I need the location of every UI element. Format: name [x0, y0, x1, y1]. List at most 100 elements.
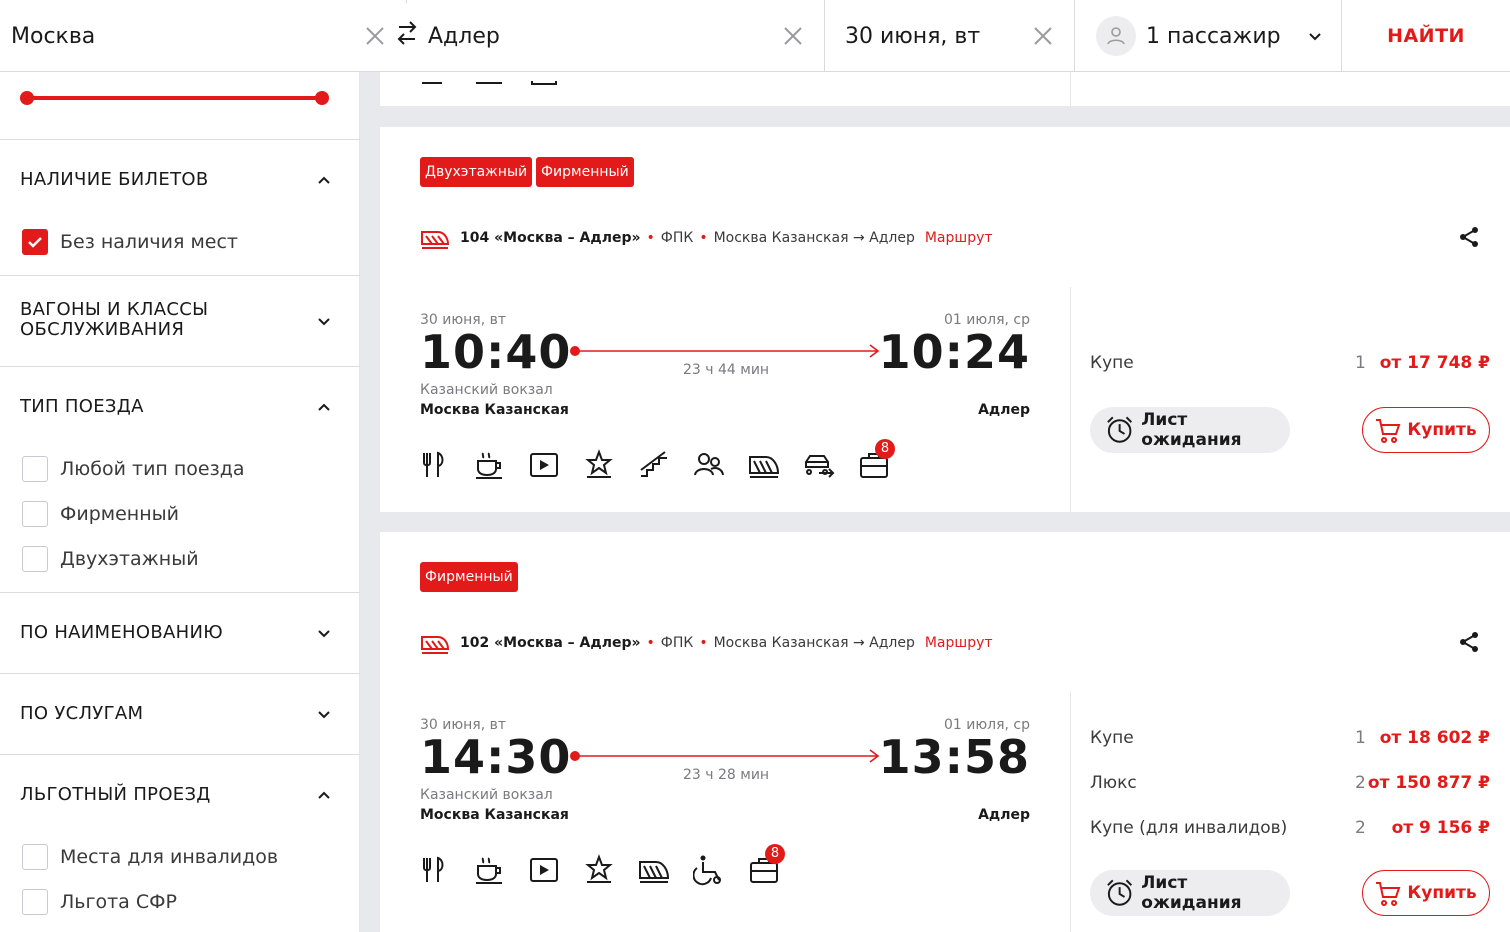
to-value: Адлер: [428, 23, 500, 49]
swap-icon[interactable]: [395, 18, 419, 48]
duration: 23 ч 44 мин: [683, 362, 770, 378]
class-seats: 1: [1355, 353, 1366, 373]
train-name[interactable]: 102 «Москва – Адлер»: [460, 635, 641, 651]
class-seats: 2: [1355, 773, 1366, 793]
train-card-partial: [380, 72, 1510, 106]
to-field[interactable]: Адлер: [428, 0, 768, 72]
buy-button[interactable]: Купить: [1362, 407, 1490, 453]
buy-label: Купить: [1407, 883, 1477, 903]
chevron-down-icon[interactable]: [314, 311, 334, 331]
cart-icon: [1376, 419, 1401, 443]
share-icon[interactable]: [1458, 226, 1480, 248]
route-text: Москва Казанская → Адлер: [713, 230, 915, 246]
chevron-up-icon[interactable]: [314, 785, 334, 805]
buy-button[interactable]: Купить: [1362, 870, 1490, 916]
train-icon: [421, 231, 450, 249]
price-slider-max-handle[interactable]: [315, 91, 329, 105]
service-icons-partial: [420, 72, 560, 85]
price-slider-track[interactable]: [27, 96, 322, 100]
departure-time: 10:40: [420, 325, 572, 379]
arrival-time: 13:58: [878, 730, 1030, 784]
clear-date-icon[interactable]: [1027, 20, 1059, 52]
class-price[interactable]: от 9 156 ₽: [1392, 818, 1490, 838]
arrival-station: Адлер: [978, 807, 1030, 823]
waitlist-label: Лист ожидания: [1141, 873, 1242, 913]
luggage-icon: 8: [858, 439, 895, 481]
class-seats: 2: [1355, 818, 1366, 838]
wheelchair-icon: [692, 854, 725, 886]
clear-to-icon[interactable]: [777, 20, 809, 52]
train-info-line: 104 «Москва – Адлер» • ФПК • Москва Каза…: [420, 226, 993, 250]
class-price[interactable]: от 18 602 ₽: [1380, 728, 1490, 748]
train-info-line: 102 «Москва – Адлер» • ФПК • Москва Каза…: [420, 631, 993, 655]
checkbox-label: Без наличия мест: [60, 231, 239, 253]
restaurant-icon: [418, 449, 450, 481]
filter-services-title[interactable]: ПО УСЛУГАМ: [20, 704, 143, 724]
carrier: ФПК: [660, 230, 694, 246]
carrier: ФПК: [660, 635, 694, 651]
departure-station-small: Казанский вокзал: [420, 787, 553, 803]
class-name: Купе: [1090, 353, 1134, 373]
class-seats: 1: [1355, 728, 1366, 748]
chevron-down-icon[interactable]: [314, 623, 334, 643]
route-text: Москва Казанская → Адлер: [713, 635, 915, 651]
waitlist-button[interactable]: Лист ожидания: [1090, 407, 1290, 453]
checkbox-no-seats[interactable]: [22, 229, 48, 255]
chevron-down-icon[interactable]: [1305, 26, 1325, 46]
chevron-up-icon[interactable]: [314, 170, 334, 190]
filter-by-name-title[interactable]: ПО НАИМЕНОВАНИЮ: [20, 623, 223, 643]
car-transport-icon: [803, 449, 835, 481]
train-name[interactable]: 104 «Москва – Адлер»: [460, 230, 641, 246]
class-price[interactable]: от 150 877 ₽: [1368, 773, 1490, 793]
comfort-star-icon: [583, 449, 615, 481]
departure-time: 14:30: [420, 730, 572, 784]
comfort-star-icon: [583, 854, 615, 886]
filter-wagons-title-line2: ОБСЛУЖИВАНИЯ: [20, 319, 185, 340]
badge-branded: Фирменный: [420, 562, 518, 592]
cart-icon: [1376, 882, 1401, 906]
alarm-clock-icon: [1107, 879, 1133, 906]
video-icon: [528, 854, 560, 886]
coffee-icon: [473, 449, 505, 481]
journey-arrow: [570, 749, 880, 763]
train-icon: [638, 854, 670, 886]
class-name: Купе: [1090, 728, 1134, 748]
checkbox-disabled-seats[interactable]: [22, 844, 48, 870]
class-price[interactable]: от 17 748 ₽: [1380, 353, 1490, 373]
chevron-up-icon[interactable]: [314, 397, 334, 417]
search-bar: Москва Адлер 30 июня, вт 1 пассажир НАЙТ…: [0, 0, 1510, 72]
route-link[interactable]: Маршрут: [925, 635, 993, 651]
chevron-down-icon[interactable]: [314, 704, 334, 724]
passengers-field[interactable]: 1 пассажир: [1096, 0, 1326, 72]
date-field[interactable]: 30 июня, вт: [845, 0, 1025, 72]
filter-tickets-title[interactable]: НАЛИЧИЕ БИЛЕТОВ: [20, 170, 208, 190]
clear-from-icon[interactable]: [359, 20, 391, 52]
departure-station: Москва Казанская: [420, 807, 569, 823]
departure-station-small: Казанский вокзал: [420, 382, 553, 398]
price-slider-min-handle[interactable]: [20, 91, 34, 105]
checkbox-label: Льгота СФР: [60, 891, 177, 913]
train-icon: [421, 636, 450, 654]
filter-benefits-title[interactable]: ЛЬГОТНЫЙ ПРОЕЗД: [20, 785, 211, 805]
checkbox-label: Любой тип поезда: [60, 458, 245, 480]
luggage-icon: 8: [748, 844, 785, 886]
class-name: Купе (для инвалидов): [1090, 818, 1288, 838]
luggage-count: 8: [765, 844, 785, 864]
filter-train-type-title[interactable]: ТИП ПОЕЗДА: [20, 397, 144, 417]
share-icon[interactable]: [1458, 631, 1480, 653]
video-icon: [528, 449, 560, 481]
checkbox-any-train[interactable]: [22, 456, 48, 482]
checkbox-sfr-benefit[interactable]: [22, 889, 48, 915]
filter-wagons-title[interactable]: ВАГОНЫ И КЛАССЫ ОБСЛУЖИВАНИЯ: [20, 300, 208, 340]
train-card: Фирменный 102 «Москва – Адлер» • ФПК • М…: [380, 532, 1510, 932]
find-button[interactable]: НАЙТИ: [1342, 0, 1510, 72]
class-name: Люкс: [1090, 773, 1137, 793]
passengers-icon: [693, 449, 725, 481]
from-field[interactable]: Москва: [11, 0, 351, 72]
checkbox-label: Места для инвалидов: [60, 846, 279, 868]
from-value: Москва: [11, 23, 96, 49]
user-icon: [1096, 16, 1136, 56]
route-link[interactable]: Маршрут: [925, 230, 993, 246]
date-value: 30 июня, вт: [845, 23, 981, 49]
waitlist-button[interactable]: Лист ожидания: [1090, 870, 1290, 916]
